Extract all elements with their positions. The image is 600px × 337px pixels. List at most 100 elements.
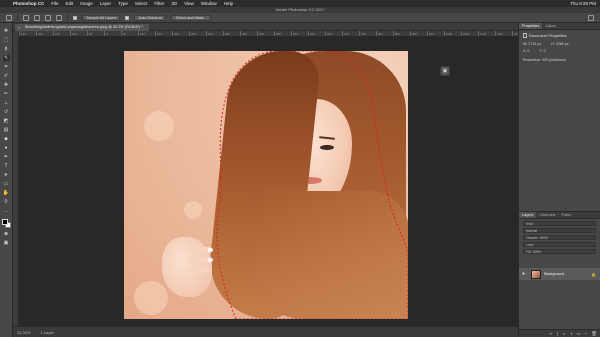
ruler-tick-label: 800 xyxy=(376,31,393,36)
eye-icon[interactable]: ● xyxy=(522,271,528,277)
tab-properties[interactable]: Properties xyxy=(519,23,543,29)
new-selection-icon[interactable] xyxy=(23,14,29,21)
menu-type[interactable]: Type xyxy=(118,0,128,7)
menu-help[interactable]: Help xyxy=(224,0,233,7)
subtract-selection-icon[interactable] xyxy=(45,14,51,21)
move-tool-icon[interactable]: ✥ xyxy=(3,28,10,34)
menu-select[interactable]: Select xyxy=(135,0,148,7)
mask-icon[interactable]: ◐ xyxy=(563,331,566,336)
tools-panel: ✥ ⬚ ϕ ✎ ⌗ ✐ ✚ ✏ ⊥ ↺ ◩ ▤ ◆ ● ✒ T ➤ ▭ ✋ ⚲ … xyxy=(0,23,13,337)
layers-panel: Layers Channels Paths Kind Normal Opacit… xyxy=(519,211,600,337)
menu-3d[interactable]: 3D xyxy=(171,0,177,7)
gradient-tool-icon[interactable]: ▤ xyxy=(3,127,10,133)
crop-tool-icon[interactable]: ⌗ xyxy=(3,64,10,70)
type-tool-icon[interactable]: T xyxy=(3,163,10,169)
quick-mask-icon[interactable]: ◙ xyxy=(3,231,10,237)
more-tools-icon[interactable]: … xyxy=(3,208,10,214)
height-value[interactable]: H: 2268 px xyxy=(551,42,568,46)
brush-tool-icon[interactable]: ✏ xyxy=(3,91,10,97)
tab-layers[interactable]: Layers xyxy=(519,212,537,218)
properties-header: Document Properties xyxy=(523,33,596,38)
path-selection-tool-icon[interactable]: ➤ xyxy=(3,172,10,178)
workspace-icon[interactable] xyxy=(588,15,594,21)
document-tab[interactable]: × BeautifulgirlwithlonghairLongstraighth… xyxy=(15,24,149,31)
menu-view[interactable]: View xyxy=(184,0,194,7)
ruler-tick-label: 550 xyxy=(291,31,308,36)
marquee-tool-icon[interactable]: ⬚ xyxy=(3,37,10,43)
fill-field[interactable]: Fill: 100% xyxy=(523,249,596,254)
eraser-tool-icon[interactable]: ◩ xyxy=(3,118,10,124)
ruler-tick-label: 100 xyxy=(70,31,87,36)
fingernail xyxy=(208,248,213,252)
adjustment-icon[interactable]: ◑ xyxy=(570,331,573,336)
healing-brush-tool-icon[interactable]: ✚ xyxy=(3,82,10,88)
menu-window[interactable]: Window xyxy=(201,0,217,7)
hair-flow xyxy=(244,191,408,319)
close-tab-icon[interactable]: × xyxy=(18,24,20,31)
app-menu[interactable]: Photoshop CC xyxy=(13,0,44,7)
document-info[interactable]: 1 Layer xyxy=(41,330,54,335)
color-swatches[interactable] xyxy=(1,219,11,228)
select-and-mask-button[interactable]: Select and Mask... xyxy=(171,14,211,21)
bokeh-light xyxy=(184,201,202,219)
new-layer-icon[interactable]: + xyxy=(585,331,588,336)
auto-enhance-label[interactable]: Auto-Enhance xyxy=(134,14,167,21)
tab-channels[interactable]: Channels xyxy=(536,212,558,218)
floating-panel-icon[interactable]: ▣ xyxy=(440,66,450,76)
trash-icon[interactable]: 🗑 xyxy=(591,331,597,337)
screen-mode-icon[interactable]: ▣ xyxy=(3,240,10,246)
bokeh-light xyxy=(134,281,168,315)
tab-paths[interactable]: Paths xyxy=(558,212,574,218)
dodge-tool-icon[interactable]: ● xyxy=(3,145,10,151)
clone-stamp-tool-icon[interactable]: ⊥ xyxy=(3,100,10,106)
menu-file[interactable]: File xyxy=(51,0,58,7)
quick-selection-tool-icon[interactable] xyxy=(6,14,12,21)
clock[interactable]: Thu 8:28 PM xyxy=(570,0,596,7)
layers-tabs: Layers Channels Paths xyxy=(519,212,600,219)
eyedropper-tool-icon[interactable]: ✐ xyxy=(3,73,10,79)
hand-tool-icon[interactable]: ✋ xyxy=(3,190,10,196)
image-canvas[interactable] xyxy=(124,51,408,319)
history-brush-tool-icon[interactable]: ↺ xyxy=(3,109,10,115)
link-layers-icon[interactable]: ∞ xyxy=(549,331,552,336)
sample-all-layers-label[interactable]: Sample All Layers xyxy=(82,14,121,21)
width-value[interactable]: W: 2724 px xyxy=(523,42,541,46)
fx-icon[interactable]: ƒ xyxy=(556,331,559,336)
resolution-value: Resolution: 300 pixels/inch xyxy=(523,58,566,62)
document-icon xyxy=(523,33,527,38)
options-bar: Sample All Layers Auto-Enhance Select an… xyxy=(0,13,600,23)
ruler-tick-label: 750 xyxy=(359,31,376,36)
layer-row-background[interactable]: ● Background 🔒 xyxy=(519,268,600,280)
tab-adjustments[interactable]: Adjust xyxy=(542,23,559,29)
zoom-tool-icon[interactable]: ⚲ xyxy=(3,199,10,205)
ruler-tick-label: 50 xyxy=(121,31,138,36)
ruler-tick-label: 650 xyxy=(325,31,342,36)
x-value[interactable]: X: 0 xyxy=(523,49,529,53)
menu-layer[interactable]: Layer xyxy=(100,0,111,7)
quick-selection-tool-icon[interactable]: ✎ xyxy=(2,55,10,61)
layer-kind-filter[interactable]: Kind xyxy=(523,221,596,226)
auto-enhance-checkbox[interactable] xyxy=(125,15,130,20)
foreground-color-swatch[interactable] xyxy=(1,219,8,225)
zoom-level[interactable]: 33.33% xyxy=(17,330,31,335)
lock-controls[interactable]: Lock: xyxy=(523,242,596,247)
blend-mode-select[interactable]: Normal xyxy=(523,228,596,233)
document-tab-label: BeautifulgirlwithlonghairLongstraighthai… xyxy=(25,25,143,29)
menu-filter[interactable]: Filter xyxy=(154,0,164,7)
y-value[interactable]: Y: 0 xyxy=(539,49,545,53)
lasso-tool-icon[interactable]: ϕ xyxy=(3,46,10,52)
ruler-tick-label: 100 xyxy=(138,31,155,36)
opacity-field[interactable]: Opacity: 100% xyxy=(523,235,596,240)
pen-tool-icon[interactable]: ✒ xyxy=(3,154,10,160)
ruler-tick-label: 1100 xyxy=(478,31,495,36)
menu-image[interactable]: Image xyxy=(80,0,93,7)
menu-edit[interactable]: Edit xyxy=(66,0,74,7)
ruler-tick-label: 0 xyxy=(104,31,121,36)
shape-tool-icon[interactable]: ▭ xyxy=(3,181,10,187)
sample-all-layers-checkbox[interactable] xyxy=(73,15,77,20)
ruler-tick-label: 900 xyxy=(410,31,427,36)
brush-size-icon[interactable] xyxy=(56,14,62,21)
blur-tool-icon[interactable]: ◆ xyxy=(3,136,10,142)
folder-icon[interactable]: ▭ xyxy=(576,331,580,337)
add-to-selection-icon[interactable] xyxy=(34,14,40,21)
